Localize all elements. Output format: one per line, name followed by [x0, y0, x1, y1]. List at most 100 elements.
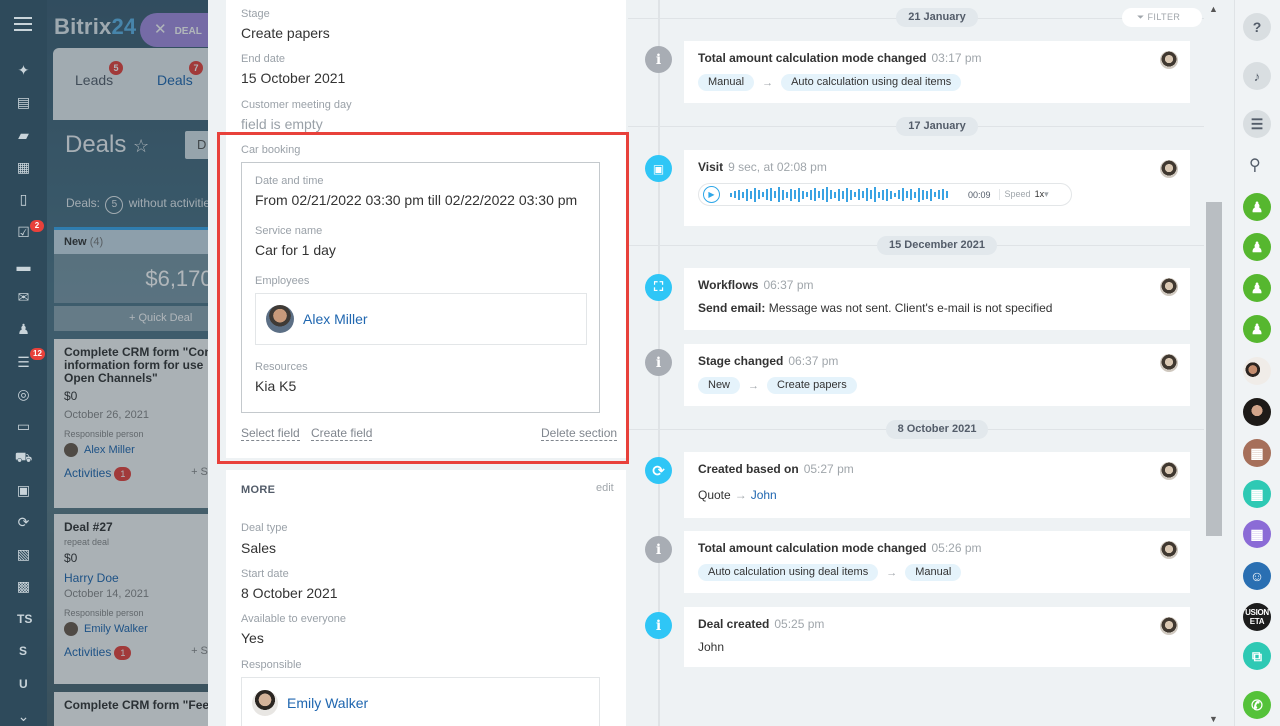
event-header: Workflows 06:37 pm: [698, 278, 1176, 292]
calendar-icon[interactable]: ▦: [1243, 520, 1271, 548]
delete-section-link[interactable]: Delete section: [541, 426, 618, 441]
document-icon[interactable]: ▯: [15, 191, 32, 208]
users-icon[interactable]: ♟: [15, 321, 32, 338]
company-logo-line1: USION: [1245, 608, 1269, 617]
avatar[interactable]: [1160, 51, 1178, 69]
nav-text-s[interactable]: S: [19, 644, 27, 658]
company-logo[interactable]: USION ETA: [1243, 603, 1271, 631]
timeline-event[interactable]: Visit 9 sec, at 02:08 pm ▶ 00:09 Speed 1x▾: [684, 150, 1190, 226]
select-field-link[interactable]: Select field: [241, 426, 300, 441]
change-row: New → Create papers: [698, 377, 1176, 394]
visit-icon: ▣: [645, 155, 672, 182]
calendar-icon[interactable]: ▦: [1243, 480, 1271, 508]
scroll-up-icon[interactable]: ▲: [1209, 4, 1218, 14]
date-pill: 21 January: [896, 8, 978, 27]
field-value-meeting-day[interactable]: field is empty: [241, 116, 323, 132]
field-label: Responsible: [241, 659, 302, 671]
search-icon[interactable]: ⚲: [1249, 155, 1261, 175]
chat-icon[interactable]: ☰: [1243, 110, 1271, 138]
event-time: 05:25 pm: [774, 617, 825, 631]
audio-player: ▶ 00:09 Speed 1x▾: [698, 183, 1072, 206]
scrollbar-thumb[interactable]: [1206, 202, 1222, 536]
field-value-start-date[interactable]: 8 October 2021: [241, 585, 338, 601]
nav-text-u[interactable]: U: [19, 677, 28, 691]
deal-slider: Stage Create papers End date 15 October …: [208, 0, 1234, 726]
filter-icon[interactable]: ☰: [15, 354, 32, 371]
menu-icon[interactable]: [14, 17, 32, 31]
mail-icon[interactable]: ✉: [15, 289, 32, 306]
contact-card-icon[interactable]: ▣: [15, 482, 32, 499]
avatar[interactable]: [1243, 357, 1271, 385]
group-icon[interactable]: ♟: [1243, 193, 1271, 221]
target-icon[interactable]: ◎: [15, 386, 32, 403]
field-label: Stage: [241, 8, 270, 20]
booking-datetime-label: Date and time: [255, 175, 324, 187]
avatar[interactable]: [1160, 278, 1178, 296]
avatar[interactable]: [1160, 354, 1178, 372]
field-label: Customer meeting day: [241, 99, 352, 111]
box-icon[interactable]: ▧: [15, 546, 32, 563]
car-booking-field[interactable]: Date and time From 02/21/2022 03:30 pm t…: [241, 162, 600, 413]
open-lines-icon[interactable]: ☺: [1243, 562, 1271, 590]
window-icon[interactable]: ▭: [15, 418, 32, 435]
audio-waveform[interactable]: [730, 186, 960, 204]
edit-link[interactable]: edit: [596, 482, 614, 494]
avatar[interactable]: [1160, 462, 1178, 480]
timeline-event[interactable]: Deal created 05:25 pm John: [684, 607, 1190, 667]
avatar[interactable]: [1160, 541, 1178, 559]
left-nav: ✦ ▤ ▰ ▦ ▯ ☑ 2 ▬ ✉ ♟ ☰ 12 ◎ ▭ ⛟ ▣ ⟳ ▧ ▩ T…: [0, 0, 47, 726]
field-value-stage[interactable]: Create papers: [241, 25, 330, 41]
event-title: Created based on: [698, 462, 799, 476]
filter-badge: 12: [30, 348, 45, 360]
create-field-link[interactable]: Create field: [311, 426, 373, 441]
avatar[interactable]: [1160, 160, 1178, 178]
bell-icon[interactable]: ♪: [1243, 62, 1271, 90]
avatar[interactable]: [1160, 617, 1178, 635]
chevron-down-icon[interactable]: ⌄: [15, 708, 32, 725]
timeline-event[interactable]: Total amount calculation mode changed 03:…: [684, 41, 1190, 103]
calendar-icon[interactable]: ▦: [1243, 439, 1271, 467]
drive-icon[interactable]: ▬: [15, 257, 32, 274]
avatar: [252, 690, 278, 716]
timeline-event[interactable]: Created based on 05:27 pm Quote → John: [684, 452, 1190, 518]
responsible-person[interactable]: Emily Walker: [241, 677, 600, 726]
timeline-event[interactable]: Stage changed 06:37 pm New → Create papers: [684, 344, 1190, 406]
speed-selector[interactable]: Speed 1x▾: [998, 189, 1049, 200]
help-icon[interactable]: ?: [1243, 13, 1271, 41]
scroll-down-icon[interactable]: ▼: [1209, 714, 1218, 724]
timeline-event[interactable]: Total amount calculation mode changed 05:…: [684, 531, 1190, 593]
booking-resources-value: Kia K5: [255, 378, 297, 394]
event-time: 05:26 pm: [931, 541, 982, 555]
crm-background: Bitrix24 ✕ DEAL Leads 5 Deals 7 Deals ☆ D…: [47, 0, 217, 726]
event-time: 06:37 pm: [788, 354, 839, 368]
group-icon[interactable]: ♟: [1243, 315, 1271, 343]
feed-icon[interactable]: ▤: [15, 94, 32, 111]
group-icon[interactable]: ♟: [1243, 233, 1271, 261]
filter-button[interactable]: ⏷ FILTER: [1122, 8, 1202, 27]
puzzle-icon[interactable]: ✦: [15, 62, 32, 79]
group-icon[interactable]: ♟: [1243, 274, 1271, 302]
booking-employee[interactable]: Alex Miller: [255, 293, 587, 345]
booking-employees-label: Employees: [255, 275, 310, 287]
event-title: Stage changed: [698, 354, 784, 368]
event-header: Total amount calculation mode changed 03:…: [698, 51, 1176, 65]
nav-text-ts[interactable]: TS: [17, 612, 32, 626]
calendar-icon[interactable]: ▦: [15, 159, 32, 176]
chip-to: Auto calculation using deal items: [781, 74, 962, 91]
sync-icon[interactable]: ⟳: [15, 514, 32, 531]
filter-icon: ⏷: [1137, 12, 1148, 22]
field-value-end-date[interactable]: 15 October 2021: [241, 70, 345, 86]
stack-icon[interactable]: ▩: [15, 578, 32, 595]
copy-icon[interactable]: ⧉: [1243, 642, 1271, 670]
avatar[interactable]: [1243, 398, 1271, 426]
phone-icon[interactable]: ✆: [1243, 691, 1271, 719]
cart-icon[interactable]: ⛟: [15, 449, 33, 467]
play-icon[interactable]: ▶: [703, 186, 720, 203]
field-value-deal-type[interactable]: Sales: [241, 540, 276, 556]
chat-icon[interactable]: ▰: [15, 127, 32, 144]
field-value-available[interactable]: Yes: [241, 630, 264, 646]
event-target-link[interactable]: John: [751, 488, 777, 502]
booking-employee-name[interactable]: Alex Miller: [303, 311, 368, 327]
responsible-name[interactable]: Emily Walker: [287, 695, 368, 711]
timeline-event[interactable]: Workflows 06:37 pm Send email: Message wa…: [684, 268, 1190, 330]
